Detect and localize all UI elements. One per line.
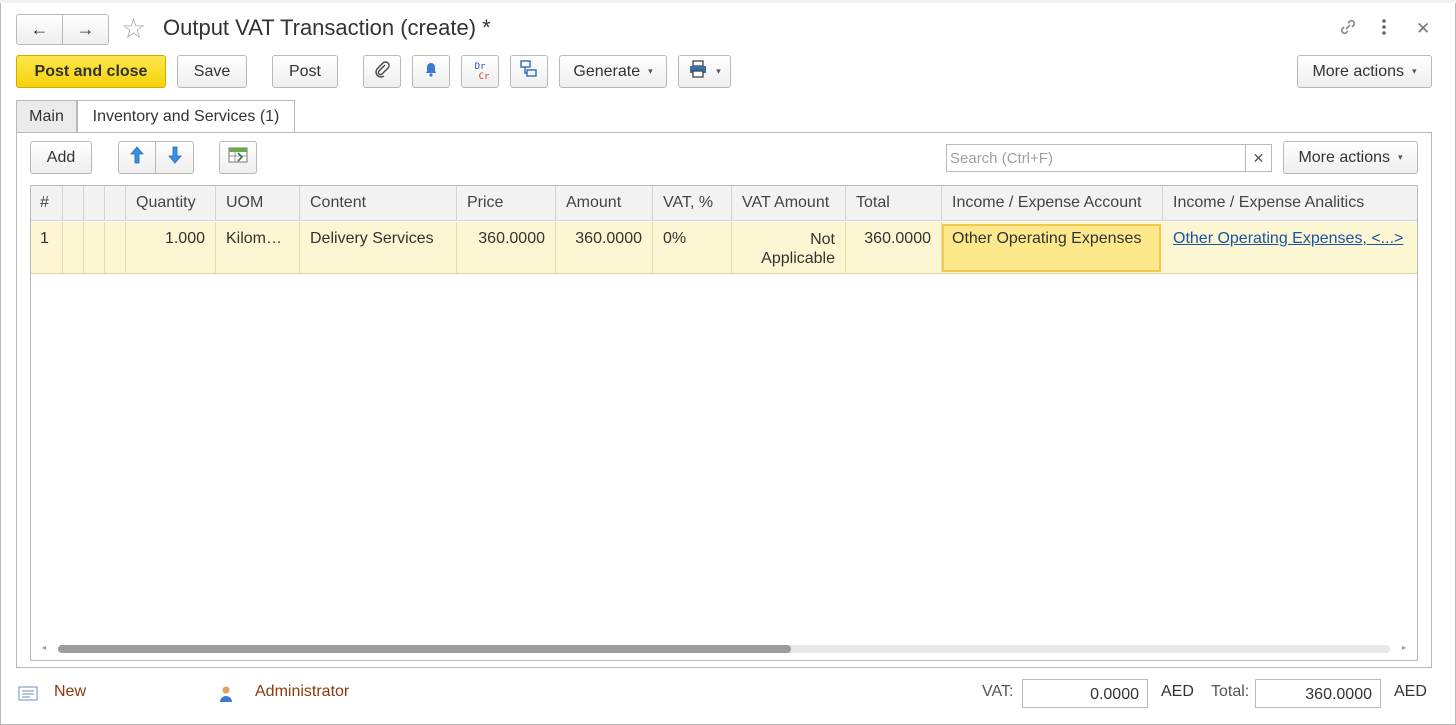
column-header-analitics[interactable]: Income / Expense Analitics <box>1163 186 1417 220</box>
row-icon-cell1 <box>63 222 84 273</box>
scroll-right-icon[interactable]: ▸ <box>1402 643 1406 652</box>
column-header-price[interactable]: Price <box>457 186 556 220</box>
generate-label: Generate <box>573 62 641 80</box>
chevron-down-icon: ▾ <box>1412 66 1417 76</box>
row-vat-amount[interactable]: Not Applicable <box>732 222 846 273</box>
reminder-button[interactable] <box>412 55 450 88</box>
search-input[interactable]: Search (Ctrl+F) ✕ <box>946 144 1272 172</box>
column-header-vat-percent[interactable]: VAT, % <box>653 186 732 220</box>
column-header-uom[interactable]: UOM <box>216 186 300 220</box>
window-top-strip <box>0 0 1456 3</box>
vat-total-field[interactable]: 0.0000 <box>1022 679 1148 708</box>
history-nav: ← → <box>16 14 109 45</box>
row-quantity[interactable]: 1.000 <box>126 222 216 273</box>
forward-arrow-icon[interactable]: → <box>63 15 108 44</box>
cr-label: Cr <box>478 71 490 82</box>
row-content[interactable]: Delivery Services <box>300 222 457 273</box>
chevron-down-icon: ▾ <box>716 66 721 76</box>
print-button[interactable]: ▾ <box>678 55 731 88</box>
column-header-icon1[interactable] <box>63 186 84 220</box>
row-analitics[interactable]: Other Operating Expenses, <...> <box>1163 222 1417 273</box>
table-more-actions-button[interactable]: More actions ▾ <box>1283 141 1418 174</box>
structure-button[interactable] <box>510 55 548 88</box>
dr-label: Dr <box>474 61 486 72</box>
analitics-link[interactable]: Other Operating Expenses, <...> <box>1173 230 1403 247</box>
page-title: Output VAT Transaction (create) * <box>163 15 491 40</box>
row-vat-percent[interactable]: 0% <box>653 222 732 273</box>
back-arrow-icon[interactable]: ← <box>17 15 63 44</box>
row-uom[interactable]: Kilom… <box>216 222 300 273</box>
scroll-thumb[interactable] <box>58 645 791 653</box>
more-menu-icon[interactable] <box>1378 17 1390 42</box>
user-icon <box>218 685 234 708</box>
move-down-button[interactable] <box>155 141 194 174</box>
column-header-number[interactable]: # <box>31 186 63 220</box>
table-header: # Quantity UOM Content Price Amount VAT,… <box>31 186 1417 221</box>
tab-inventory-and-services[interactable]: Inventory and Services (1) <box>77 100 295 133</box>
close-icon[interactable]: ✕ <box>1416 19 1430 39</box>
scroll-left-icon[interactable]: ◂ <box>42 643 46 652</box>
column-header-content[interactable]: Content <box>300 186 457 220</box>
vat-label: VAT: <box>982 683 1014 700</box>
printer-icon <box>688 60 708 83</box>
row-number: 1 <box>31 222 63 273</box>
row-total[interactable]: 360.0000 <box>846 222 942 273</box>
paperclip-icon <box>373 60 391 83</box>
more-actions-label: More actions <box>1312 62 1405 80</box>
row-price[interactable]: 360.0000 <box>457 222 556 273</box>
hierarchy-icon <box>519 59 539 84</box>
horizontal-scrollbar[interactable]: ◂ ▸ <box>30 642 1418 656</box>
add-button[interactable]: Add <box>30 141 92 174</box>
items-table: # Quantity UOM Content Price Amount VAT,… <box>30 185 1418 661</box>
link-icon[interactable] <box>1338 17 1358 42</box>
chevron-down-icon: ▾ <box>648 66 653 76</box>
post-and-close-button[interactable]: Post and close <box>16 55 166 88</box>
row-account[interactable]: Other Operating Expenses <box>942 224 1161 272</box>
arrow-up-icon <box>130 146 144 169</box>
fill-table-button[interactable] <box>219 141 257 174</box>
column-header-amount[interactable]: Amount <box>556 186 653 220</box>
more-actions-button[interactable]: More actions ▾ <box>1297 55 1432 88</box>
dr-cr-button[interactable]: Dr Cr <box>461 55 499 88</box>
chevron-down-icon: ▾ <box>1398 152 1403 162</box>
total-currency: AED <box>1394 683 1427 700</box>
arrow-down-icon <box>167 146 182 169</box>
column-header-account[interactable]: Income / Expense Account <box>942 186 1163 220</box>
total-label: Total: <box>1211 683 1250 700</box>
generate-button[interactable]: Generate ▾ <box>559 55 667 88</box>
author-name[interactable]: Administrator <box>255 683 349 701</box>
row-icon-cell2 <box>84 222 105 273</box>
table-fill-icon <box>228 147 248 168</box>
column-header-vat-amount[interactable]: VAT Amount <box>732 186 846 220</box>
bell-icon <box>422 60 440 83</box>
vat-currency: AED <box>1161 683 1194 700</box>
column-header-total[interactable]: Total <box>846 186 942 220</box>
tab-main[interactable]: Main <box>16 100 77 132</box>
table-more-actions-label: More actions <box>1298 148 1391 166</box>
document-total-field[interactable]: 360.0000 <box>1255 679 1381 708</box>
document-status[interactable]: New <box>54 683 86 701</box>
move-up-button[interactable] <box>118 141 156 174</box>
search-placeholder: Search (Ctrl+F) <box>950 150 1053 167</box>
document-status-icon <box>18 686 38 707</box>
column-header-icon3[interactable] <box>105 186 126 220</box>
attach-button[interactable] <box>363 55 401 88</box>
post-button[interactable]: Post <box>272 55 338 88</box>
save-button[interactable]: Save <box>177 55 247 88</box>
table-row[interactable]: 1 1.000 Kilom… Delivery Services 360.000… <box>31 222 1417 274</box>
column-header-icon2[interactable] <box>84 186 105 220</box>
clear-search-icon[interactable]: ✕ <box>1245 145 1271 171</box>
row-amount[interactable]: 360.0000 <box>556 222 653 273</box>
favorite-star-icon[interactable]: ☆ <box>121 14 146 44</box>
row-icon-cell3 <box>105 222 126 273</box>
column-header-quantity[interactable]: Quantity <box>126 186 216 220</box>
